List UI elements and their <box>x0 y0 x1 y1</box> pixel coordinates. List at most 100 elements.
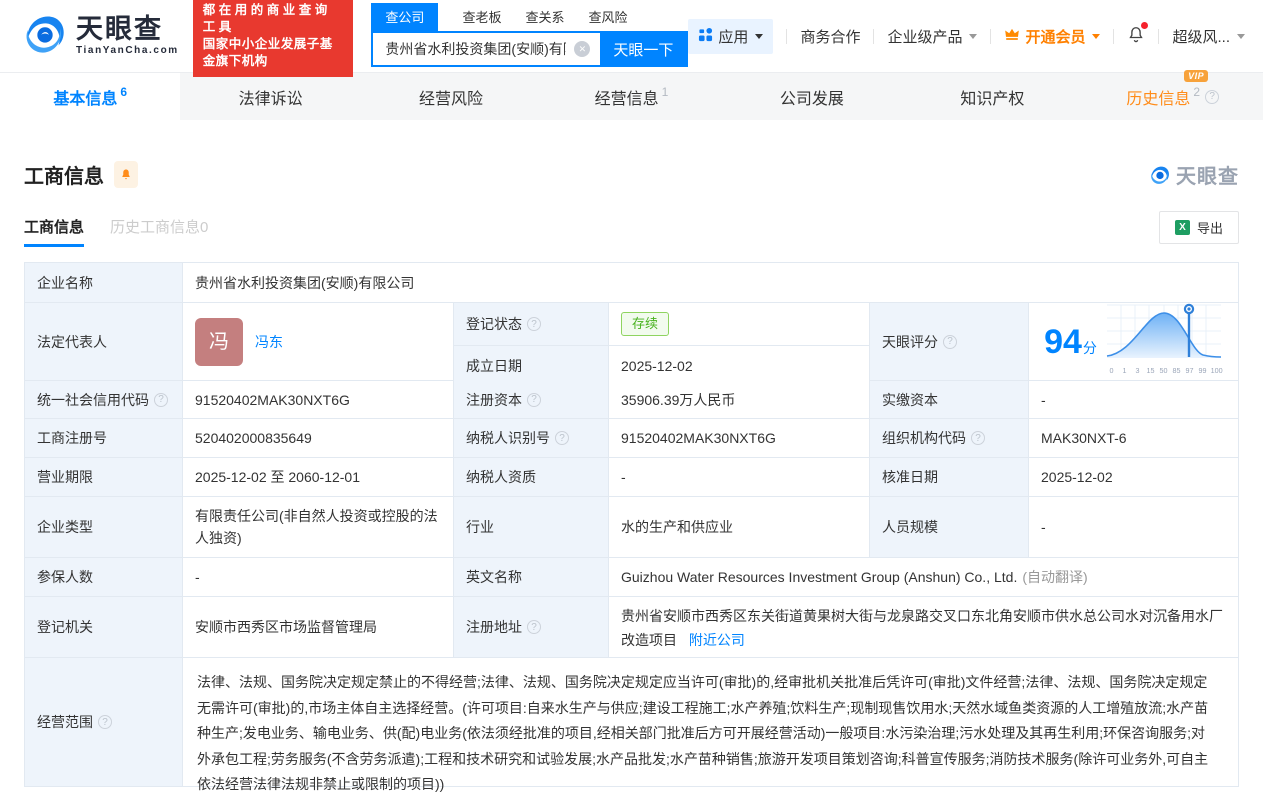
follow-bell-button[interactable] <box>114 161 138 188</box>
field-label: 天眼评分 <box>870 303 1029 380</box>
reg-authority-value: 安顺市西秀区市场监督管理局 <box>183 597 454 657</box>
menu-vip[interactable]: 开通会员 <box>1004 26 1100 47</box>
subtab-history-business-info[interactable]: 历史工商信息0 <box>110 216 208 247</box>
tab-operation-info[interactable]: 经营信息1 <box>541 73 721 120</box>
credit-code-value: 91520402MAK30NXT6G <box>183 381 454 418</box>
table-row: 企业类型 有限责任公司(非自然人投资或控股的法人独资) 行业 水的生产和供应业 … <box>25 497 1238 558</box>
help-icon[interactable] <box>971 431 985 445</box>
divider <box>786 29 787 44</box>
table-row: 统一社会信用代码 91520402MAK30NXT6G 注册资本 35906.3… <box>25 381 1238 419</box>
english-name-value: Guizhou Water Resources Investment Group… <box>609 558 1238 596</box>
field-label: 企业名称 <box>25 263 183 302</box>
org-code-value: MAK30NXT-6 <box>1029 419 1238 457</box>
paid-capital-value: - <box>1029 381 1238 418</box>
business-term-value: 2025-12-02 至 2060-12-01 <box>183 458 454 496</box>
score-axis-ticks: 01 315 5085 9799 100 <box>1105 360 1223 382</box>
crown-icon <box>1004 27 1020 46</box>
reg-address-value: 贵州省安顺市西秀区东关街道黄果树大街与龙泉路交叉口东北角安顺市供水总公司水对沉备… <box>609 597 1238 657</box>
tab-history-info[interactable]: 历史信息2 VIP <box>1083 73 1263 120</box>
score-cell: 94分 <box>1029 303 1238 380</box>
main-nav: 基本信息6 法律诉讼 经营风险 经营信息1 公司发展 知识产权 历史信息2 VI… <box>0 72 1263 120</box>
divider <box>990 29 991 44</box>
tab-legal[interactable]: 法律诉讼 <box>180 73 360 120</box>
clear-icon[interactable] <box>574 41 590 57</box>
menu-super-risk[interactable]: 超级风... <box>1172 26 1245 47</box>
help-icon[interactable] <box>98 715 112 729</box>
tab-basic-info[interactable]: 基本信息6 <box>0 73 180 120</box>
help-icon[interactable] <box>527 620 541 634</box>
field-label: 英文名称 <box>454 558 609 596</box>
brand-name: 天眼查 <box>76 16 179 43</box>
tab-operation-risk[interactable]: 经营风险 <box>361 73 541 120</box>
apps-grid-icon <box>698 27 713 46</box>
subtab-business-info[interactable]: 工商信息 <box>24 216 84 247</box>
reg-capital-value: 35906.39万人民币 <box>609 381 870 418</box>
export-button[interactable]: 导出 <box>1159 211 1239 244</box>
status-badge: 存续 <box>621 312 669 336</box>
excel-icon <box>1175 220 1190 235</box>
chevron-down-icon <box>969 34 977 39</box>
company-type-value: 有限责任公司(非自然人投资或控股的法人独资) <box>183 497 454 557</box>
slogan-badge: 都在用的商业查询工具 国家中小企业发展子基金旗下机构 <box>193 0 354 77</box>
field-label: 核准日期 <box>870 458 1029 496</box>
table-row: 参保人数 - 英文名称 Guizhou Water Resources Inve… <box>25 558 1238 597</box>
help-icon[interactable] <box>943 335 957 349</box>
help-icon[interactable] <box>527 393 541 407</box>
table-row: 经营范围 法律、法规、国务院决定规定禁止的不得经营;法律、法规、国务院决定规定应… <box>25 658 1238 786</box>
search-input[interactable] <box>373 33 600 65</box>
field-label: 注册资本 <box>454 381 609 418</box>
divider <box>1158 29 1159 44</box>
field-label: 法定代表人 <box>25 303 183 380</box>
nearby-companies-link[interactable]: 附近公司 <box>689 632 745 648</box>
search-button[interactable]: 天眼一下 <box>600 33 686 65</box>
help-icon[interactable] <box>154 393 168 407</box>
chevron-down-icon <box>755 34 763 39</box>
avatar[interactable]: 冯 <box>195 318 243 366</box>
tianyancha-logo[interactable]: 天眼查 TianYanCha.com <box>22 11 179 62</box>
company-name-value: 贵州省水利投资集团(安顺)有限公司 <box>183 263 1238 302</box>
help-icon[interactable] <box>1205 90 1219 104</box>
help-icon[interactable] <box>555 431 569 445</box>
field-label: 登记机关 <box>25 597 183 657</box>
menu-cooperation[interactable]: 商务合作 <box>800 26 860 47</box>
field-label: 企业类型 <box>25 497 183 557</box>
tab-intellectual-property[interactable]: 知识产权 <box>902 73 1082 120</box>
field-label: 参保人数 <box>25 558 183 596</box>
search-box: 天眼一下 <box>371 31 688 67</box>
notification-bell[interactable] <box>1127 25 1145 48</box>
tab-company-development[interactable]: 公司发展 <box>722 73 902 120</box>
table-row: 营业期限 2025-12-02 至 2060-12-01 纳税人资质 - 核准日… <box>25 458 1238 497</box>
search-tab-company[interactable]: 查公司 <box>371 3 438 31</box>
field-label: 组织机构代码 <box>870 419 1029 457</box>
menu-apps[interactable]: 应用 <box>688 19 773 54</box>
table-row: 企业名称 贵州省水利投资集团(安顺)有限公司 <box>25 263 1238 303</box>
search-tab-boss[interactable]: 查老板 <box>462 7 501 31</box>
menu-enterprise[interactable]: 企业级产品 <box>887 26 977 47</box>
field-label: 工商注册号 <box>25 419 183 457</box>
business-scope-value: 法律、法规、国务院决定规定禁止的不得经营;法律、法规、国务院决定规定应当许可(审… <box>183 658 1238 786</box>
help-icon[interactable] <box>527 317 541 331</box>
bell-icon <box>120 168 132 181</box>
header-menu: 应用 商务合作 企业级产品 开通会员 <box>688 19 1245 54</box>
field-label: 营业期限 <box>25 458 183 496</box>
score-distribution-chart: 01 315 5085 9799 100 <box>1105 301 1223 382</box>
search-tab-relation[interactable]: 查关系 <box>525 7 564 31</box>
field-label: 登记状态 <box>454 303 609 345</box>
legal-rep-link[interactable]: 冯东 <box>255 331 283 353</box>
search-tab-risk[interactable]: 查风险 <box>588 7 627 31</box>
field-label: 纳税人资质 <box>454 458 609 496</box>
tianyancha-logo-icon <box>22 11 68 62</box>
field-label: 实缴资本 <box>870 381 1029 418</box>
field-label: 经营范围 <box>25 658 183 786</box>
divider <box>873 29 874 44</box>
field-label: 统一社会信用代码 <box>25 381 183 418</box>
table-row: 法定代表人 冯 冯东 登记状态 存续 成立日期 2025-12-02 <box>25 303 1238 381</box>
brand-domain: TianYanCha.com <box>76 46 179 56</box>
legal-rep-cell: 冯 冯东 <box>183 303 454 380</box>
industry-value: 水的生产和供应业 <box>609 497 870 557</box>
chevron-down-icon <box>1092 34 1100 39</box>
table-row: 登记机关 安顺市西秀区市场监督管理局 注册地址 贵州省安顺市西秀区东关街道黄果树… <box>25 597 1238 658</box>
field-label: 注册地址 <box>454 597 609 657</box>
insured-count-value: - <box>183 558 454 596</box>
field-label: 纳税人识别号 <box>454 419 609 457</box>
